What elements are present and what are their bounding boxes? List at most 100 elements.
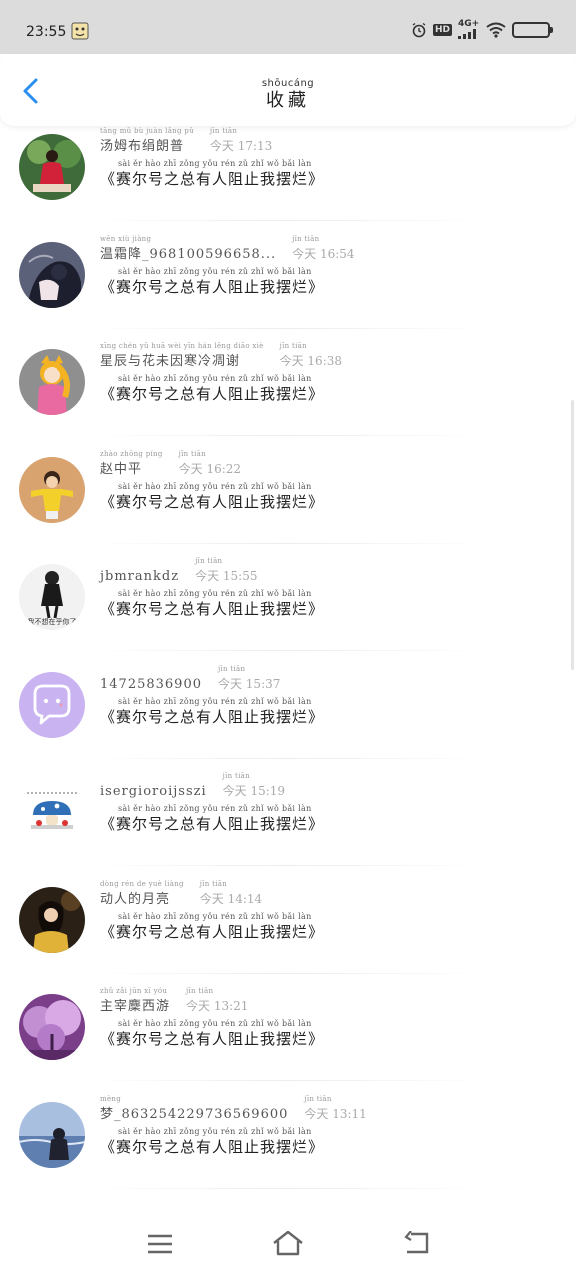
battery-icon [512, 21, 553, 38]
menu-button[interactable] [142, 1226, 178, 1262]
status-bar: 23:55 HD 4G+ [0, 0, 576, 54]
user-name[interactable]: 14725836900 [100, 677, 202, 692]
list-item[interactable]: mèng 梦_863254229736569600 jīn tiān 今天 13:11… [0, 1086, 576, 1194]
book-title-block[interactable]: sài ěr hào zhī zǒng yǒu rén zǔ zhǐ wǒ bǎ… [100, 160, 324, 189]
list-item[interactable]: xīng chén yǔ huā wèi yīn hán lěng diāo x… [0, 333, 576, 441]
item-meta: zhǔ zǎi jūn xī yóu 主宰麇西游 jīn tiān 今天 13:21 s… [100, 987, 324, 1049]
item-meta: zhào zhōng píng 赵中平 jīn tiān 今天 16:22 sài ěr… [100, 450, 324, 512]
item-meta: dòng rén de yuè liàng 动人的月亮 jīn tiān 今天 14:… [100, 880, 325, 942]
status-time: 23:55 [26, 24, 67, 40]
user-name[interactable]: 赵中平 [100, 462, 142, 477]
book-title-pinyin: sài ěr hào zhī zǒng yǒu rén zǔ zhǐ wǒ bǎ… [118, 1126, 312, 1136]
avatar[interactable] [19, 779, 85, 845]
book-title: 《赛尔号之总有人阻止我摆烂》 [100, 922, 325, 941]
avatar-caption: 我不想在乎你了 [28, 617, 77, 626]
book-title: 《赛尔号之总有人阻止我摆烂》 [100, 1137, 325, 1156]
page-title-text: 收藏 [266, 90, 310, 111]
user-name[interactable]: isergioroijsszi [100, 784, 207, 799]
user-name-block: zhǔ zǎi jūn xī yóu 主宰麇西游 [100, 987, 170, 1014]
avatar[interactable] [19, 241, 85, 308]
avatar[interactable] [19, 671, 85, 738]
user-name[interactable]: 动人的月亮 [100, 892, 170, 907]
user-name-block: dòng rén de yuè liàng 动人的月亮 [100, 880, 184, 907]
timestamp: 今天 16:54 [292, 246, 355, 261]
book-title-block[interactable]: sài ěr hào zhī zǒng yǒu rén zǔ zhǐ wǒ bǎ… [100, 805, 324, 834]
item-meta: 14725836900 jīn tiān 今天 15:37 sài ěr hào zh… [100, 665, 325, 727]
user-name[interactable]: 星辰与花未因寒冷凋谢 [100, 354, 240, 369]
divider [88, 865, 488, 866]
book-title-block[interactable]: sài ěr hào zhī zǒng yǒu rén zǔ zhǐ wǒ bǎ… [100, 1126, 367, 1157]
timestamp: 今天 15:19 [222, 784, 286, 798]
book-title-block[interactable]: sài ěr hào zhī zǒng yǒu rén zǔ zhǐ wǒ bǎ… [100, 482, 324, 512]
name-row: xīng chén yǔ huā wèi yīn hán lěng diāo x… [100, 342, 342, 369]
signal-icon: 4G+ [458, 20, 480, 39]
list-item[interactable]: 我不想在乎你了 jbmrankdz jīn tiān 今天 15:55 sài ěr h… [0, 548, 576, 656]
list-item[interactable]: dòng rén de yuè liàng 动人的月亮 jīn tiān 今天 14:… [0, 871, 576, 979]
name-row: isergioroijsszi jīn tiān 今天 15:19 [100, 772, 324, 799]
avatar[interactable] [19, 134, 85, 200]
time-pinyin: jīn tiān [222, 772, 250, 780]
list-item[interactable]: 14725836900 jīn tiān 今天 15:37 sài ěr hào zh… [0, 656, 576, 764]
user-name[interactable]: 温霜降_968100596658... [100, 247, 276, 262]
book-title-block[interactable]: sài ěr hào zhī zǒng yǒu rén zǔ zhǐ wǒ bǎ… [100, 267, 355, 297]
avatar[interactable] [19, 886, 85, 953]
list-item[interactable]: isergioroijsszi jīn tiān 今天 15:19 sài ěr hà… [0, 763, 576, 871]
item-meta: mèng 梦_863254229736569600 jīn tiān 今天 13:11… [100, 1095, 367, 1157]
time-block: jīn tiān 今天 16:38 [280, 342, 342, 369]
avatar[interactable] [19, 994, 85, 1060]
time-block: jīn tiān 今天 13:21 [186, 987, 248, 1014]
name-row: mèng 梦_863254229736569600 jīn tiān 今天 13:11 [100, 1095, 367, 1122]
avatar[interactable] [19, 349, 85, 415]
avatar[interactable] [19, 456, 85, 523]
user-name[interactable]: 梦_863254229736569600 [100, 1107, 288, 1122]
book-title-block[interactable]: sài ěr hào zhī zǒng yǒu rén zǔ zhǐ wǒ bǎ… [100, 590, 324, 619]
avatar[interactable] [19, 1101, 85, 1168]
book-title: 《赛尔号之总有人阻止我摆烂》 [100, 170, 325, 188]
user-name[interactable]: 主宰麇西游 [100, 999, 170, 1014]
user-name-pinyin: wēn xiù jiàng [100, 234, 152, 243]
time-block: jīn tiān 今天 15:19 [223, 772, 285, 799]
book-title-block[interactable]: sài ěr hào zhī zǒng yǒu rén zǔ zhǐ wǒ bǎ… [100, 1020, 324, 1049]
time-pinyin: jīn tiān [195, 557, 223, 565]
list-item[interactable]: wēn xiù jiàng 温霜降_968100596658... jīn tiān… [0, 226, 576, 334]
book-title: 《赛尔号之总有人阻止我摆烂》 [100, 707, 325, 726]
user-name[interactable]: 汤姆布绢朗普 [100, 139, 184, 154]
user-name-block: isergioroijsszi [100, 780, 207, 799]
divider [88, 757, 488, 759]
book-title: 《赛尔号之总有人阻止我摆烂》 [100, 815, 325, 833]
list-item[interactable]: zhǔ zǎi jūn xī yóu 主宰麇西游 jīn tiān 今天 13:21 s… [0, 978, 576, 1086]
user-name-pinyin: tāng mǔ bù juàn lǎng pǔ [100, 127, 194, 135]
user-name-block: wēn xiù jiàng 温霜降_968100596658... [100, 235, 276, 262]
user-name-block: mèng 梦_863254229736569600 [100, 1095, 288, 1122]
item-meta: isergioroijsszi jīn tiān 今天 15:19 sài ěr hà… [100, 772, 324, 834]
user-name[interactable]: jbmrankdz [100, 569, 179, 584]
back-nav-button[interactable] [398, 1226, 434, 1262]
book-title-block[interactable]: sài ěr hào zhī zǒng yǒu rén zǔ zhǐ wǒ bǎ… [100, 697, 325, 727]
book-title-pinyin: sài ěr hào zhī zǒng yǒu rén zǔ zhǐ wǒ bǎ… [118, 1019, 312, 1028]
list-item[interactable]: zhào zhōng píng 赵中平 jīn tiān 今天 16:22 sài ěr… [0, 441, 576, 549]
user-name-block: tāng mǔ bù juàn lǎng pǔ 汤姆布绢朗普 [100, 127, 194, 154]
time-block: jīn tiān 今天 14:14 [200, 880, 262, 907]
scrollbar[interactable] [571, 400, 574, 670]
user-name-pinyin: zhào zhōng píng [100, 449, 163, 458]
timestamp: 今天 15:55 [195, 569, 258, 583]
avatar[interactable]: 我不想在乎你了 [19, 564, 85, 630]
page-title: shōucáng 收藏 [0, 78, 576, 112]
timestamp: 今天 13:11 [304, 1106, 367, 1121]
user-name-pinyin: mèng [100, 1094, 121, 1103]
book-title-pinyin: sài ěr hào zhī zǒng yǒu rén zǔ zhǐ wǒ bǎ… [118, 911, 312, 921]
time-pinyin: jīn tiān [199, 879, 228, 888]
book-title-block[interactable]: sài ěr hào zhī zǒng yǒu rén zǔ zhǐ wǒ bǎ… [100, 911, 325, 942]
timestamp: 今天 17:13 [209, 139, 273, 153]
book-title: 《赛尔号之总有人阻止我摆烂》 [100, 277, 325, 296]
home-button[interactable] [270, 1226, 306, 1262]
list-item[interactable]: tāng mǔ bù juàn lǎng pǔ 汤姆布绢朗普 jīn tiān 今天 … [0, 118, 576, 226]
time-block: jīn tiān 今天 17:13 [210, 127, 272, 154]
book-title-block[interactable]: sài ěr hào zhī zǒng yǒu rén zǔ zhǐ wǒ bǎ… [100, 375, 342, 404]
book-title-pinyin: sài ěr hào zhī zǒng yǒu rén zǔ zhǐ wǒ bǎ… [118, 374, 312, 383]
divider [88, 972, 488, 974]
notification-app-icon [71, 22, 89, 40]
timestamp: 今天 13:21 [186, 999, 249, 1013]
divider [88, 650, 488, 651]
timestamp: 今天 16:38 [279, 354, 343, 368]
